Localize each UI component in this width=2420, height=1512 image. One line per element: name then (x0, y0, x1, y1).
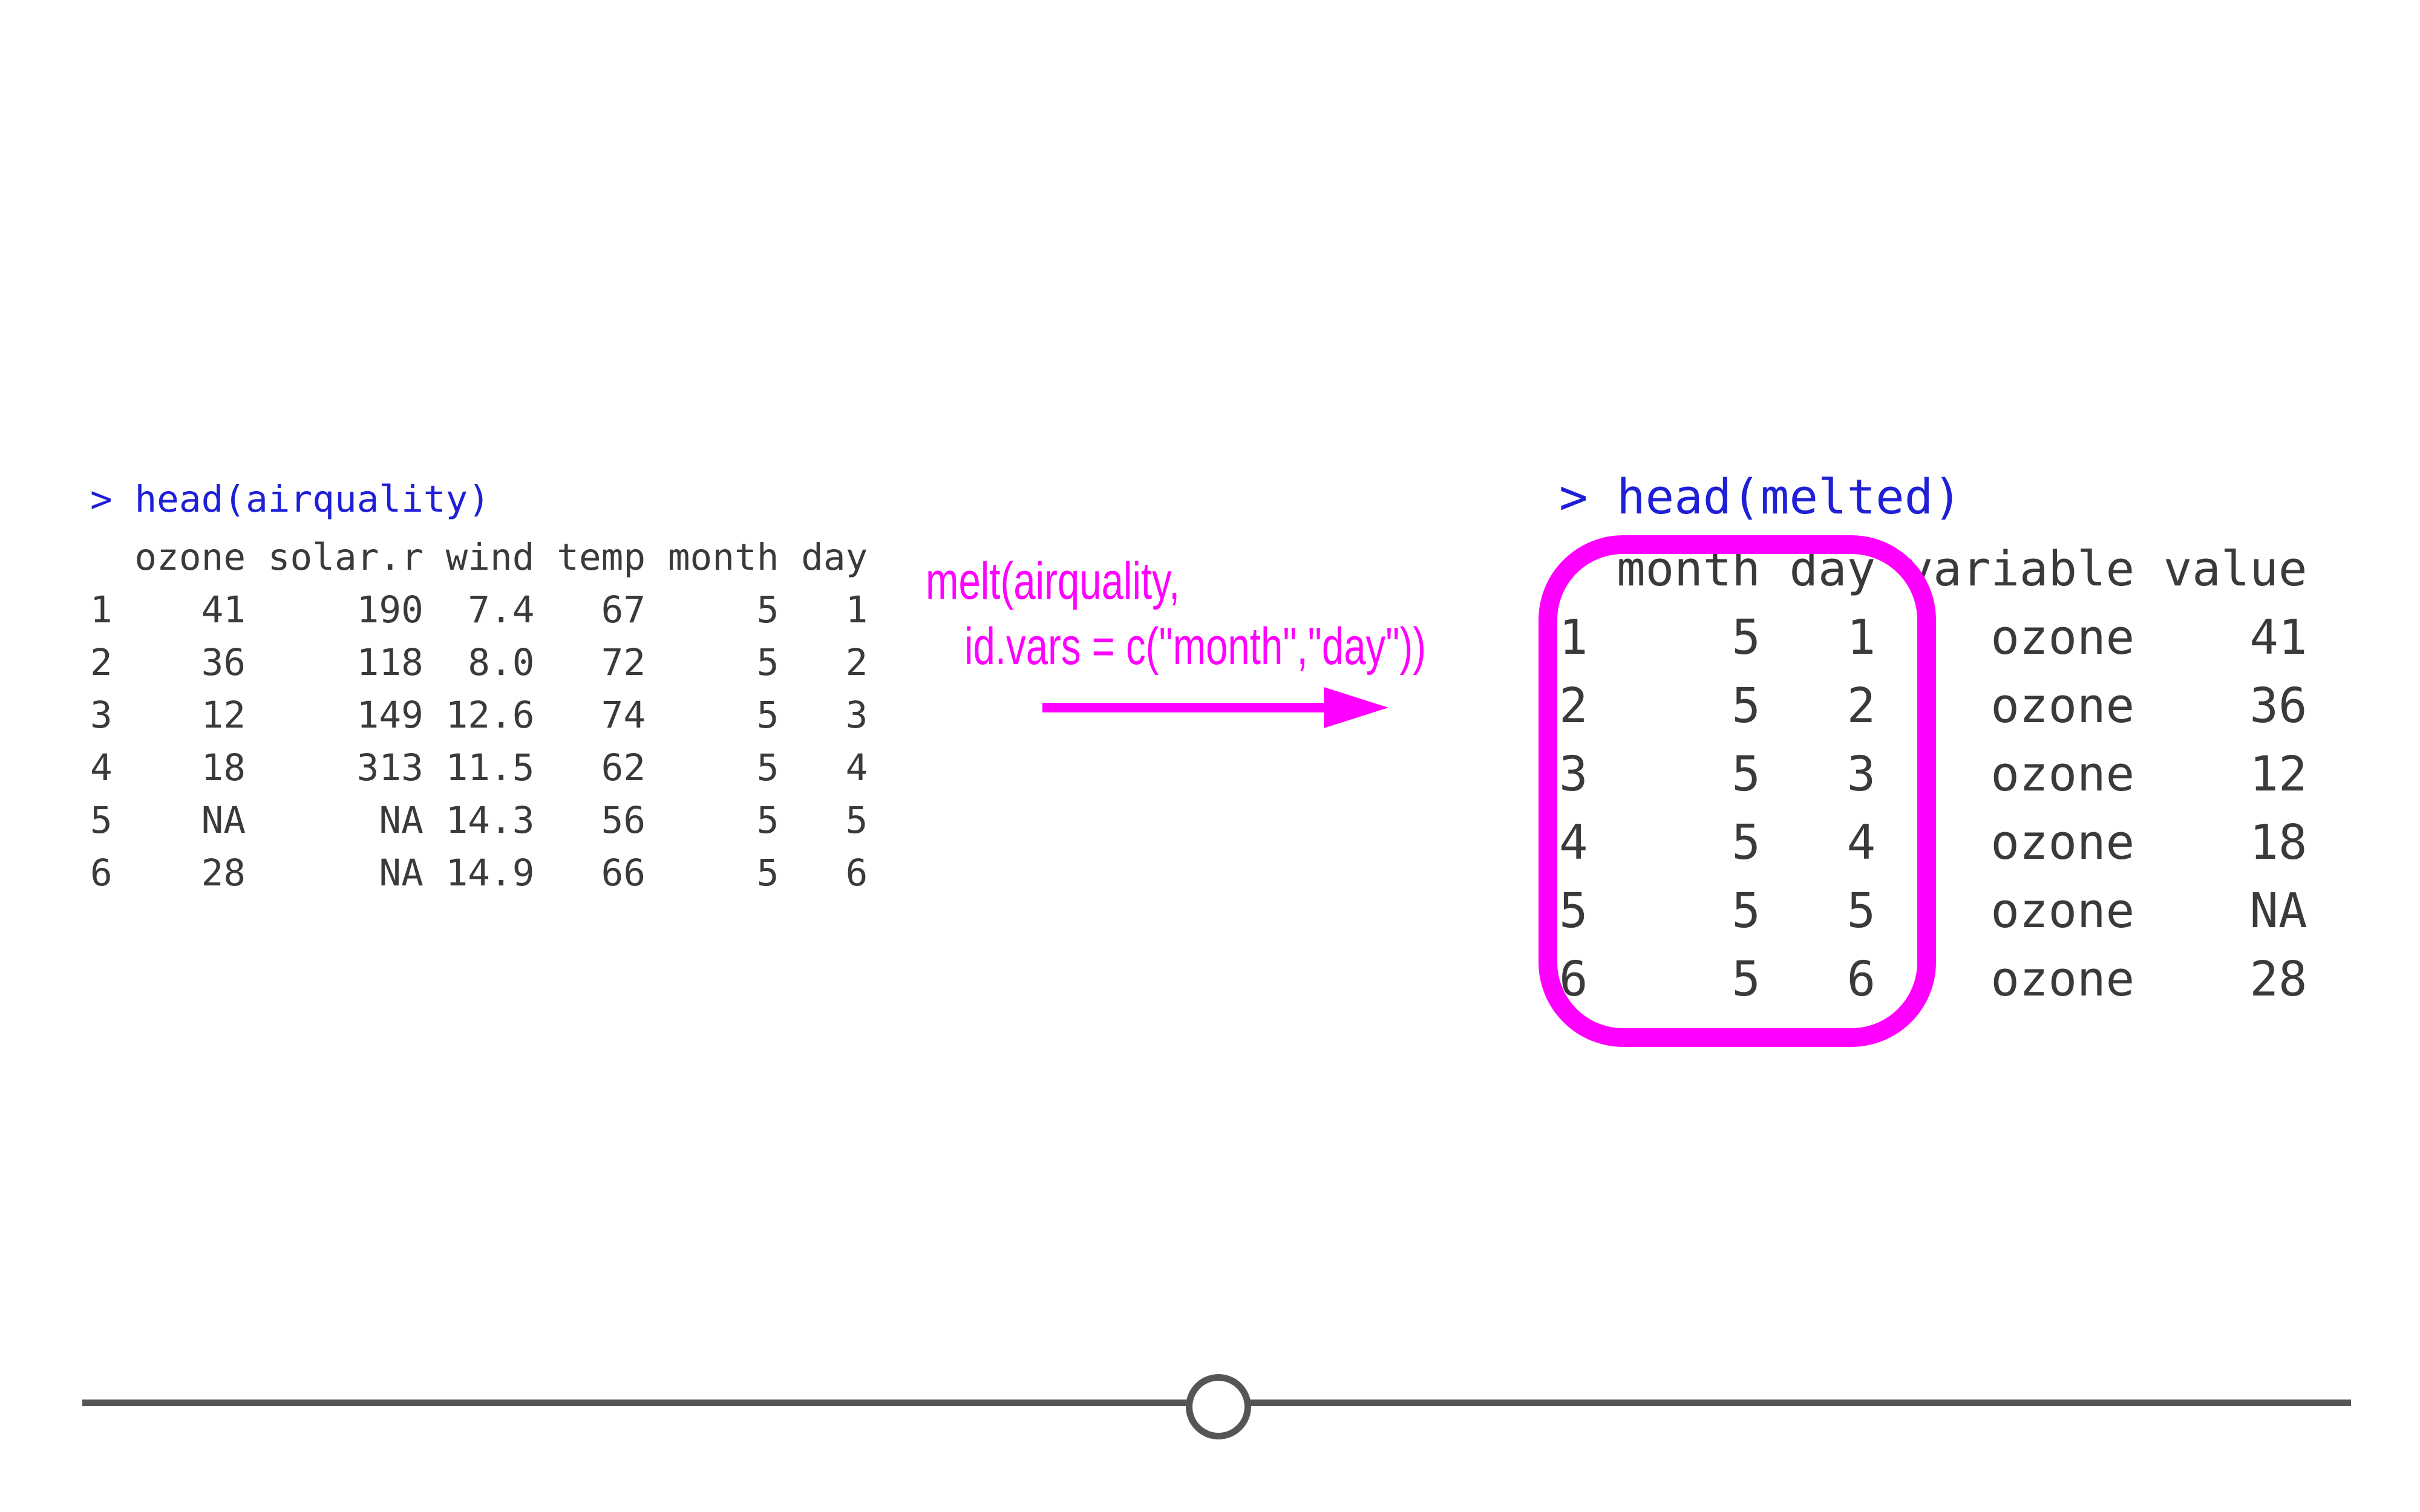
table-cell: 5 (756, 588, 779, 631)
table-cell: 5 (756, 852, 779, 894)
table-cell: 8.0 (468, 641, 535, 684)
table-row: 6 28 NA 14.9 66 5 6 (90, 847, 868, 899)
table-row: 4 18 313 11.5 62 5 4 (90, 741, 868, 794)
table-row: 5 NA NA 14.3 56 5 5 (90, 794, 868, 847)
table-cell: 1 (845, 588, 868, 631)
table-cell: 6 (845, 852, 868, 894)
table-header-row: ozone solar.r wind temp month day (90, 531, 868, 584)
id-vars-highlight-box (1539, 535, 1936, 1047)
table-cell: NA (379, 799, 424, 842)
table-cell: 36 (2249, 678, 2307, 734)
table-cell: 14.9 (445, 852, 535, 894)
table-cell: NA (2249, 883, 2307, 939)
table-cell: 67 (601, 588, 646, 631)
table-cell: 11.5 (445, 746, 535, 789)
table-cell: 14.3 (445, 799, 535, 842)
table-cell: 28 (201, 852, 246, 894)
column-header: value (2163, 541, 2307, 597)
table-cell: 74 (601, 694, 646, 737)
table-cell: 118 (356, 641, 424, 684)
table-cell: 18 (2249, 815, 2307, 870)
airquality-table: ozone solar.r wind temp month day 1 41 190 7.4 67 5… (90, 531, 868, 899)
table-cell: 190 (356, 588, 424, 631)
table-cell: 62 (601, 746, 646, 789)
table-cell: 72 (601, 641, 646, 684)
left-console-prompt: > head(airquality) (90, 478, 491, 521)
table-cell: 2 (845, 641, 868, 684)
column-header: temp (557, 536, 646, 579)
row-index: 1 (90, 588, 113, 631)
table-cell: 5 (756, 694, 779, 737)
table-cell: 12 (2249, 746, 2307, 802)
table-cell: 5 (845, 799, 868, 842)
table-cell: 12.6 (445, 694, 535, 737)
column-header: ozone (134, 536, 246, 579)
table-cell: 28 (2249, 951, 2307, 1007)
row-index: 4 (90, 746, 113, 789)
table-cell: 41 (2249, 610, 2307, 665)
table-cell: 4 (845, 746, 868, 789)
row-index: 2 (90, 641, 113, 684)
table-row: 3 12 149 12.6 74 5 3 (90, 689, 868, 741)
table-cell: 41 (201, 588, 246, 631)
row-index: 5 (90, 799, 113, 842)
table-cell: 18 (201, 746, 246, 789)
table-cell: NA (201, 799, 246, 842)
table-cell: 5 (756, 641, 779, 684)
table-cell: NA (379, 852, 424, 894)
arrow-right-icon (1042, 687, 1388, 728)
table-cell: 7.4 (468, 588, 535, 631)
column-header: day (801, 536, 868, 579)
table-cell: 12 (201, 694, 246, 737)
table-cell: 5 (756, 799, 779, 842)
column-header: wind (445, 536, 535, 579)
column-header (90, 531, 113, 584)
column-header: month (667, 536, 779, 579)
table-cell: 56 (601, 799, 646, 842)
slider-handle[interactable] (1186, 1374, 1251, 1439)
right-console-prompt: > head(melted) (1559, 469, 1962, 525)
table-row: 2 36 118 8.0 72 5 2 (90, 636, 868, 689)
row-index: 6 (90, 852, 113, 894)
table-cell: 66 (601, 852, 646, 894)
table-cell: 36 (201, 641, 246, 684)
table-cell: 149 (356, 694, 424, 737)
melt-call-line-2: id.vars = c("month","day")) (964, 618, 1426, 676)
melt-call-line-1: melt(airquality, (926, 552, 1180, 610)
table-cell: 313 (356, 746, 424, 789)
table-cell: 5 (756, 746, 779, 789)
column-header: solar.r (267, 536, 424, 579)
table-cell: 3 (845, 694, 868, 737)
table-row: 1 41 190 7.4 67 5 1 (90, 584, 868, 636)
row-index: 3 (90, 694, 113, 737)
